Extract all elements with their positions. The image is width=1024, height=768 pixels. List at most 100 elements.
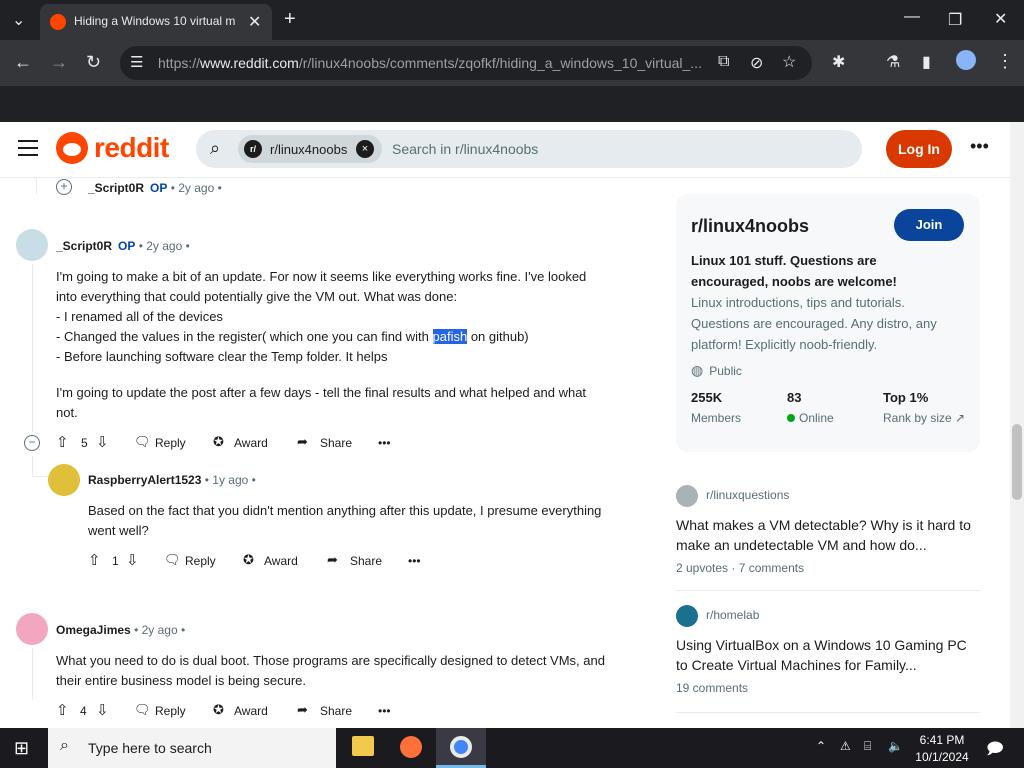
related-post-title[interactable]: Using VirtualBox on a Windows 10 Gaming … bbox=[676, 635, 976, 675]
share-icon[interactable]: ➦ bbox=[327, 552, 338, 568]
award-button[interactable]: Award bbox=[234, 436, 268, 450]
chip-remove-icon[interactable]: × bbox=[356, 140, 374, 158]
address-bar[interactable]: ☰ https://www.reddit.com/r/linux4noobs/c… bbox=[120, 46, 812, 80]
share-button[interactable]: Share bbox=[320, 436, 352, 450]
page-scrollbar-thumb[interactable] bbox=[1012, 424, 1022, 500]
subreddit-icon bbox=[676, 485, 698, 507]
award-button[interactable]: Award bbox=[264, 554, 298, 568]
rank-stat: Top 1% Rank by size ↗ bbox=[883, 390, 966, 425]
members-stat: 255K Members bbox=[691, 390, 742, 425]
profile-avatar-icon[interactable] bbox=[956, 50, 976, 70]
volume-icon[interactable]: 🔈 bbox=[888, 739, 903, 753]
site-info-icon[interactable]: ☰ bbox=[130, 53, 143, 71]
reply-button[interactable]: Reply bbox=[185, 554, 216, 568]
related-post[interactable]: r/homelab Using VirtualBox on a Windows … bbox=[676, 605, 980, 705]
award-icon[interactable]: ✪ bbox=[213, 434, 224, 450]
notifications-icon[interactable]: 🗩 bbox=[986, 738, 1004, 765]
expand-comment-icon[interactable]: + bbox=[56, 179, 72, 195]
browser-tab[interactable]: Hiding a Windows 10 virtual m ✕ bbox=[40, 4, 272, 40]
reload-icon[interactable]: ↻ bbox=[86, 52, 101, 73]
comment-author[interactable]: _Script0R bbox=[56, 239, 112, 253]
share-button[interactable]: Share bbox=[320, 704, 352, 718]
clock-time: 6:41 PM bbox=[919, 733, 965, 747]
reply-icon[interactable]: 🗨 bbox=[164, 552, 181, 568]
subreddit-about-card: r/linux4noobs Join Linux 101 stuff. Ques… bbox=[676, 194, 980, 452]
tab-search-icon[interactable]: ⌄ bbox=[12, 10, 25, 30]
tracking-protection-icon[interactable]: ⊘ bbox=[750, 53, 763, 73]
search-icon: ⌕ bbox=[60, 737, 69, 754]
avatar[interactable] bbox=[48, 464, 80, 496]
subreddit-name[interactable]: r/linux4noobs bbox=[691, 216, 809, 237]
share-button[interactable]: Share bbox=[350, 554, 382, 568]
comment-author[interactable]: RaspberryAlert1523 bbox=[88, 473, 201, 487]
tray-chevron-icon[interactable]: ⌃ bbox=[816, 739, 826, 753]
join-button[interactable]: Join bbox=[894, 209, 964, 241]
related-subreddit[interactable]: r/homelab bbox=[676, 605, 759, 627]
avatar[interactable] bbox=[16, 229, 48, 261]
file-explorer-icon[interactable] bbox=[352, 736, 374, 756]
forward-icon[interactable]: → bbox=[50, 52, 68, 73]
share-icon[interactable]: ➦ bbox=[297, 702, 308, 718]
share-icon[interactable]: ➦ bbox=[297, 434, 308, 450]
related-post[interactable]: r/linuxquestions What makes a VM detecta… bbox=[676, 485, 980, 585]
divider bbox=[676, 712, 980, 713]
minimize-icon[interactable]: — bbox=[904, 8, 920, 26]
chrome-menu-icon[interactable]: ⋮ bbox=[996, 51, 1014, 72]
search-input[interactable]: Search in r/linux4noobs bbox=[392, 141, 538, 157]
downvote-icon[interactable]: ⇩ bbox=[96, 701, 109, 719]
network-icon[interactable]: ⌸ bbox=[864, 739, 871, 754]
upvote-icon[interactable]: ⇧ bbox=[56, 433, 69, 451]
downvote-icon[interactable]: ⇩ bbox=[126, 551, 139, 569]
taskbar-search-input[interactable]: Type here to search bbox=[88, 740, 212, 756]
reply-icon[interactable]: 🗨 bbox=[134, 702, 151, 718]
extensions-icon[interactable]: ✱ bbox=[832, 52, 845, 72]
reply-button[interactable]: Reply bbox=[155, 436, 186, 450]
more-options-icon[interactable]: ••• bbox=[970, 136, 989, 157]
collapse-comment-icon[interactable]: − bbox=[24, 435, 40, 451]
reddit-logo-icon[interactable] bbox=[56, 132, 88, 164]
comment-body: What you need to do is dual boot. Those … bbox=[56, 653, 605, 688]
related-post-title[interactable]: What makes a VM detectable? Why is it ha… bbox=[676, 515, 976, 555]
subreddit-search-chip[interactable]: r/ r/linux4noobs × bbox=[238, 135, 382, 163]
reply-button[interactable]: Reply bbox=[155, 704, 186, 718]
windows-taskbar: ⊞ ⌕ Type here to search ⌃ ⚠ ⌸ 🔈 6:41 PM … bbox=[0, 728, 1024, 768]
new-tab-icon[interactable]: + bbox=[284, 8, 296, 31]
comment-author[interactable]: _Script0R bbox=[88, 181, 144, 195]
tab-close-icon[interactable]: ✕ bbox=[248, 12, 261, 32]
side-panel-icon[interactable]: ▮ bbox=[922, 52, 931, 72]
back-icon[interactable]: ← bbox=[14, 52, 32, 73]
install-app-icon[interactable]: ⧉ bbox=[718, 53, 729, 71]
hamburger-menu-icon[interactable] bbox=[18, 140, 38, 156]
login-button[interactable]: Log In bbox=[886, 130, 952, 168]
search-bar[interactable]: ⌕ r/ r/linux4noobs × Search in r/linux4n… bbox=[196, 130, 862, 168]
award-button[interactable]: Award bbox=[234, 704, 268, 718]
upvote-icon[interactable]: ⇧ bbox=[88, 551, 101, 569]
labs-icon[interactable]: ⚗ bbox=[886, 52, 900, 72]
award-icon[interactable]: ✪ bbox=[213, 702, 224, 718]
reddit-header: reddit ⌕ r/ r/linux4noobs × Search in r/… bbox=[0, 122, 1010, 178]
chrome-icon[interactable] bbox=[450, 736, 472, 758]
more-actions-icon[interactable]: ••• bbox=[408, 554, 421, 568]
taskbar-search[interactable]: ⌕ Type here to search bbox=[48, 728, 336, 768]
external-link-icon[interactable]: ↗ bbox=[955, 411, 965, 425]
upvote-icon[interactable]: ⇧ bbox=[56, 701, 69, 719]
more-actions-icon[interactable]: ••• bbox=[378, 704, 391, 718]
comment-author[interactable]: OmegaJimes bbox=[56, 623, 131, 637]
bookmark-star-icon[interactable]: ☆ bbox=[782, 52, 796, 72]
thread-line bbox=[36, 178, 37, 194]
comment-time: • 2y ago • bbox=[138, 239, 190, 253]
reddit-logo-text[interactable]: reddit bbox=[94, 132, 169, 164]
award-icon[interactable]: ✪ bbox=[243, 552, 254, 568]
reply-icon[interactable]: 🗨 bbox=[134, 434, 151, 450]
clock[interactable]: 6:41 PM 10/1/2024 bbox=[912, 733, 972, 764]
avatar[interactable] bbox=[16, 613, 48, 645]
restore-icon[interactable]: ❐ bbox=[948, 10, 962, 30]
windows-start-icon[interactable]: ⊞ bbox=[14, 738, 29, 759]
downvote-icon[interactable]: ⇩ bbox=[96, 433, 109, 451]
related-subreddit[interactable]: r/linuxquestions bbox=[676, 485, 789, 507]
comment-meta: _Script0R OP • 2y ago • bbox=[56, 239, 190, 253]
network-warning-icon[interactable]: ⚠ bbox=[840, 739, 851, 753]
firefox-icon[interactable] bbox=[400, 736, 422, 758]
more-actions-icon[interactable]: ••• bbox=[378, 436, 391, 450]
window-close-icon[interactable]: ✕ bbox=[994, 9, 1007, 29]
